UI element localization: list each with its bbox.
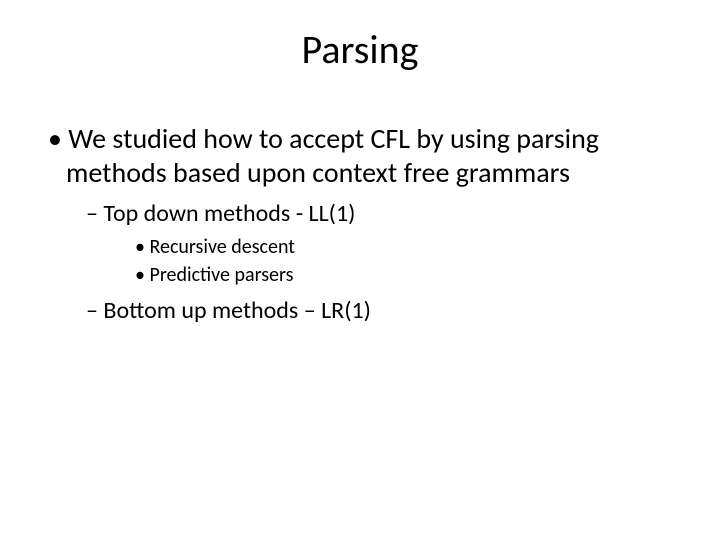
bullet-text: We studied how to accept CFL by using pa… [66,121,599,190]
bullet-level3: Recursive descent [135,235,690,260]
sub-bullet-group: Recursive descent Predictive parsers [30,235,690,288]
bullet-level3: Predictive parsers [135,263,690,288]
slide-title: Parsing [30,25,690,74]
bullet-text: Predictive parsers [149,263,293,287]
bullet-level2: Top down methods - LL(1) [86,199,690,229]
bullet-text: Top down methods - LL(1) [103,199,355,228]
slide: Parsing We studied how to accept CFL by … [0,0,720,540]
bullet-level1: We studied how to accept CFL by using pa… [48,122,690,189]
bullet-text: Bottom up methods – LR(1) [103,296,371,325]
bullet-level2: Bottom up methods – LR(1) [86,296,690,326]
bullet-text: Recursive descent [149,235,295,259]
